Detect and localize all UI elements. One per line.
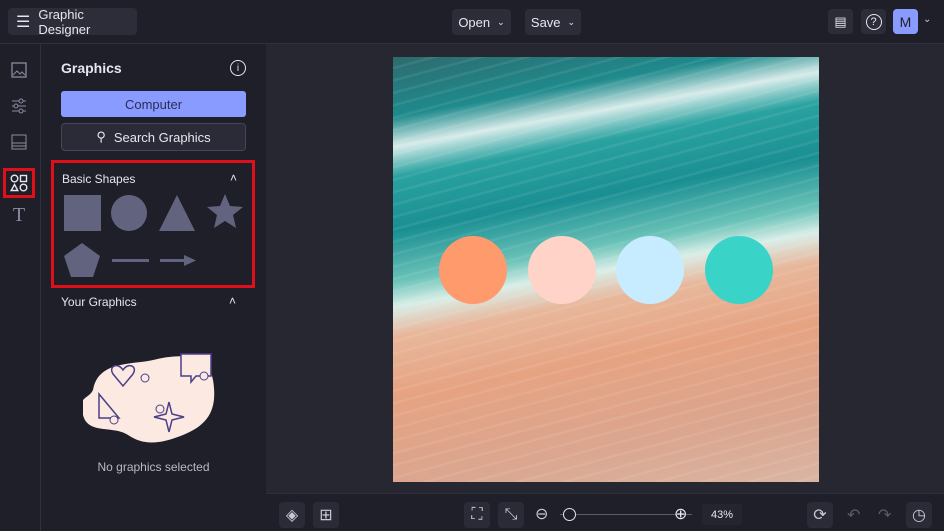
chevron-down-icon: ⌄ (497, 16, 505, 27)
basic-shapes-section: Basic Shapes ˄ (51, 160, 255, 288)
star-shape[interactable] (207, 194, 243, 228)
graphics-panel: Graphics i Computer ⚲ Search Graphics Bas… (41, 44, 266, 531)
save-button[interactable]: Save ⌄ (525, 9, 581, 35)
tool-rail: T (0, 44, 41, 531)
zoom-slider[interactable] (560, 514, 692, 515)
layout-icon[interactable] (8, 131, 30, 153)
layers-button[interactable]: ◈ (279, 502, 305, 528)
computer-button[interactable]: Computer (61, 91, 246, 117)
chevron-down-icon: ⌄ (567, 16, 576, 27)
search-graphics-button[interactable]: ⚲ Search Graphics (61, 123, 246, 151)
shrink-button[interactable]: ⤡ (498, 502, 524, 528)
shrink-icon: ⤡ (504, 506, 518, 523)
color-circle[interactable] (439, 236, 507, 304)
refresh-icon: ⟳ (813, 507, 827, 524)
triangle-shape[interactable] (159, 195, 195, 231)
app-title: Graphic Designer (38, 6, 91, 37)
chevron-up-icon[interactable]: ˄ (229, 294, 236, 308)
layers-icon: ◈ (285, 507, 299, 524)
zoom-slider-handle[interactable] (562, 508, 576, 521)
grid-icon: ⊞ (319, 507, 333, 524)
color-circle[interactable] (704, 236, 773, 304)
expand-icon: ⛶ (471, 506, 483, 523)
line-shape[interactable] (112, 259, 149, 262)
open-label: Open (458, 14, 491, 30)
empty-graphics-text: No graphics selected (97, 460, 210, 474)
graphics-icon[interactable] (3, 168, 35, 198)
text-icon[interactable]: T (8, 204, 30, 226)
panel-title: Graphics (61, 60, 122, 76)
help-button[interactable]: ? (861, 9, 886, 34)
your-graphics-title: Your Graphics (61, 295, 137, 309)
square-shape[interactable] (64, 195, 101, 231)
circle-shape[interactable] (111, 195, 147, 231)
empty-graphics-illustration (83, 353, 215, 443)
history-icon: ◷ (912, 507, 926, 524)
open-button[interactable]: Open ⌄ (452, 9, 511, 35)
feedback-button[interactable]: ▤ (828, 9, 853, 34)
avatar[interactable]: M (893, 9, 918, 34)
search-label: Search Graphics (113, 129, 211, 145)
adjustments-icon[interactable] (8, 95, 30, 117)
chevron-down-icon[interactable]: ⌄ (923, 14, 931, 25)
hamburger-icon: ☰ (16, 13, 31, 31)
info-icon[interactable]: i (230, 60, 246, 76)
fit-screen-button[interactable]: ⛶ (464, 502, 490, 528)
color-circle[interactable] (616, 236, 684, 304)
arrow-shape[interactable] (160, 255, 196, 266)
color-circle[interactable] (527, 236, 596, 304)
search-icon: ⚲ (96, 129, 106, 144)
undo-icon[interactable]: ↶ (847, 505, 860, 525)
zoom-level[interactable]: 43% (702, 504, 742, 525)
top-bar: ☰ Graphic Designer Open ⌄ Save ⌄ ▤ ? M ⌄ (0, 0, 944, 44)
zoom-in-icon[interactable]: ⊕ (674, 504, 687, 524)
image-icon[interactable] (8, 59, 30, 81)
chat-icon: ▤ (834, 13, 847, 29)
menu-button[interactable]: ☰ Graphic Designer (8, 6, 137, 37)
history-button[interactable]: ◷ (906, 502, 932, 528)
canvas-area (266, 44, 944, 493)
zoom-out-icon[interactable]: ⊖ (535, 504, 548, 524)
reset-button[interactable]: ⟳ (807, 502, 833, 528)
redo-icon[interactable]: ↷ (878, 505, 891, 525)
help-icon: ? (865, 13, 882, 30)
pentagon-shape[interactable] (64, 243, 100, 277)
save-label: Save (530, 14, 561, 30)
grid-button[interactable]: ⊞ (313, 502, 339, 528)
design-canvas[interactable] (393, 57, 819, 482)
bottom-toolbar: ◈ ⊞ ⛶ ⤡ ⊖ ⊕ 43% ⟳ ↶ ↷ ◷ (266, 493, 944, 531)
